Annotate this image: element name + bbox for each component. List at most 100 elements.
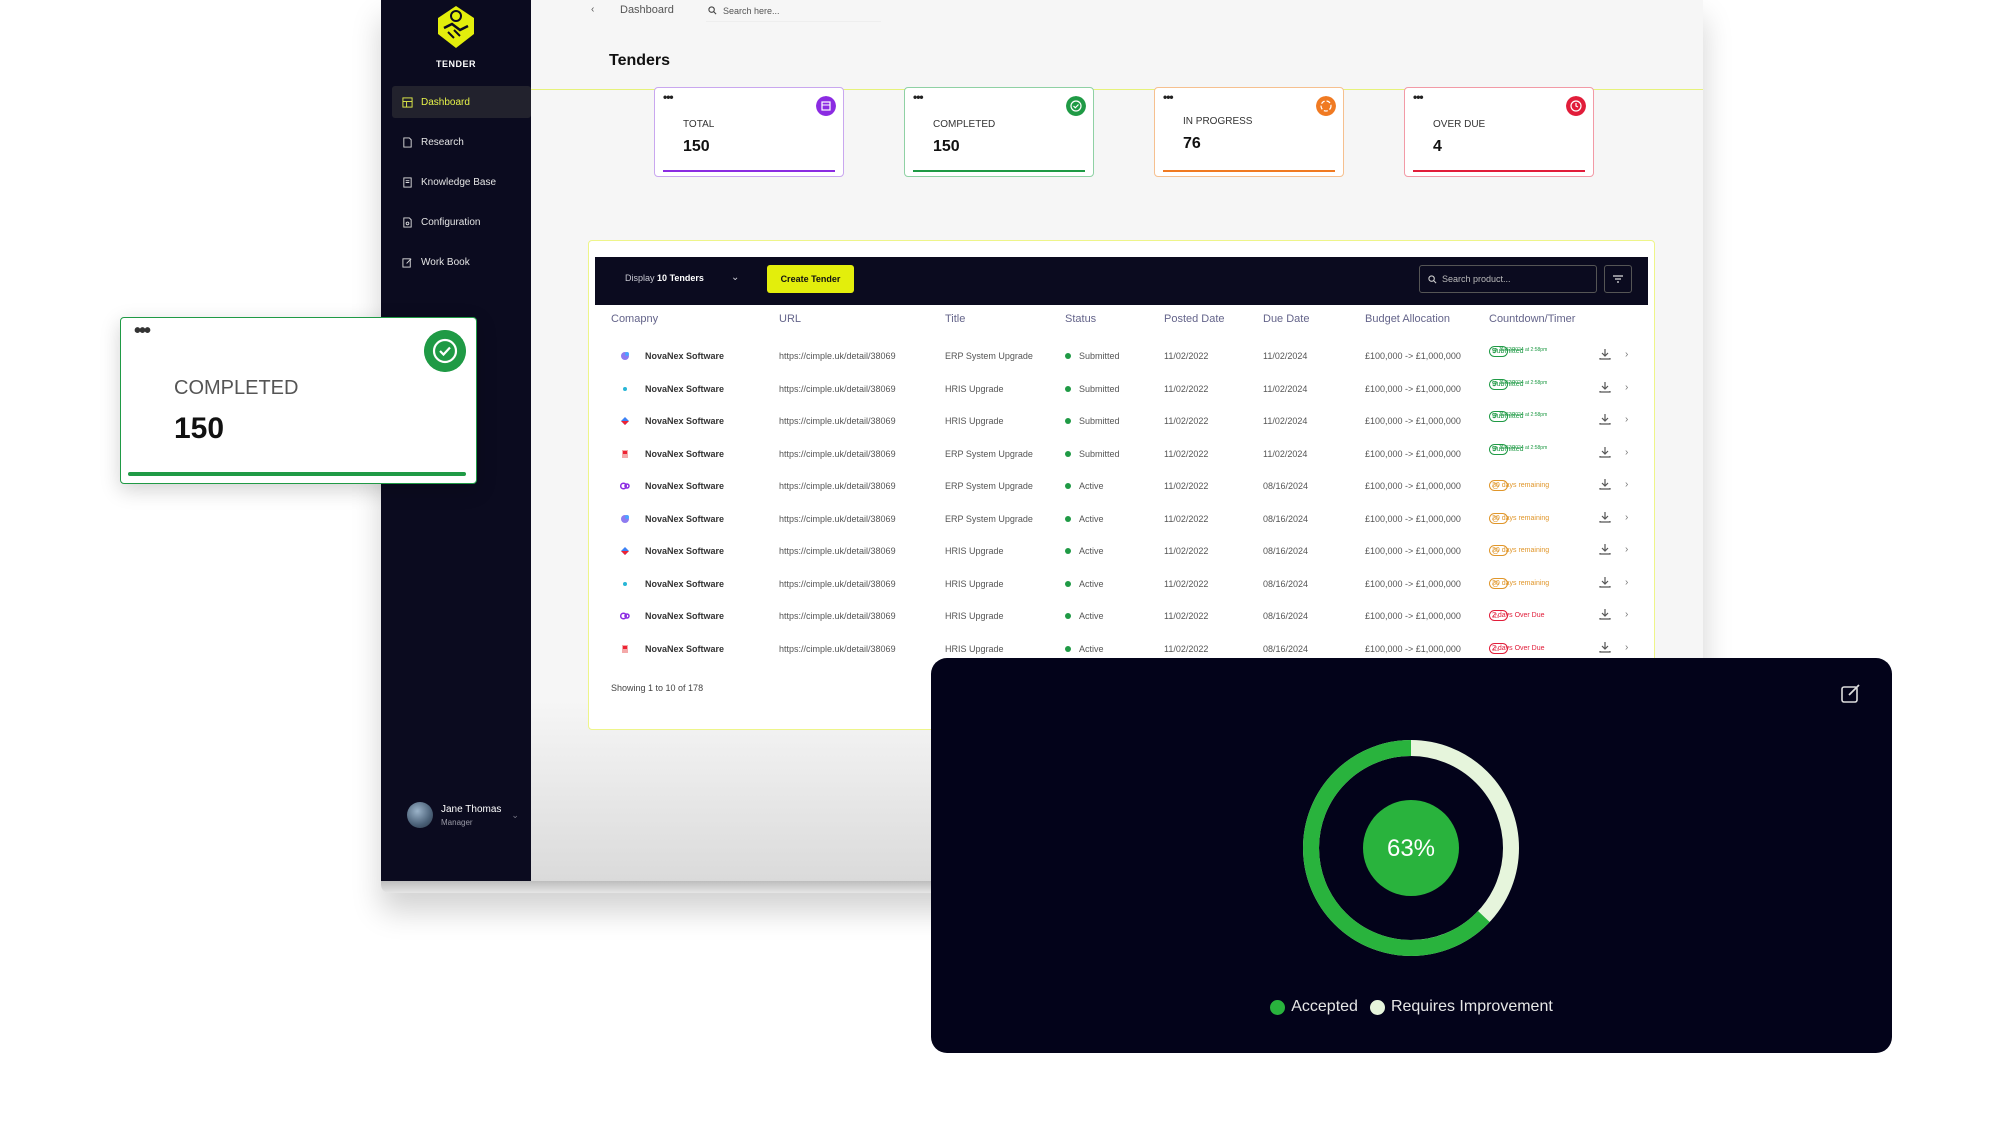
stat-card-over-due[interactable]: ••• OVER DUE 4 [1404,87,1594,177]
download-icon[interactable] [1599,641,1611,653]
cell-title: HRIS Upgrade [945,546,1004,556]
cell-url[interactable]: https://cimple.uk/detail/38069 [779,514,896,524]
display-count-select[interactable]: Display 10 Tenders [625,273,704,283]
cell-posted-date: 11/02/2022 [1164,643,1209,654]
user-profile[interactable]: Jane Thomas Manager ⌄ [407,802,519,828]
back-icon[interactable]: ‹ [591,4,594,15]
chevron-right-icon[interactable]: › [1625,609,1628,620]
status-label: Submitted [1079,351,1120,361]
cell-posted-date: 11/02/2022 [1164,383,1209,394]
sidebar-item-label: Dashboard [421,96,470,108]
company-logo-icon [621,352,629,360]
chevron-right-icon[interactable]: › [1625,544,1628,555]
download-icon[interactable] [1599,576,1611,588]
download-icon[interactable] [1599,608,1611,620]
donut-percent-label: 63% [1387,835,1435,862]
col-posted-date[interactable]: Posted Date [1164,313,1225,325]
stat-card-completed[interactable]: ••• COMPLETED 150 [904,87,1094,177]
handshake-logo-icon [438,6,474,48]
download-icon[interactable] [1599,478,1611,490]
stat-card-in-progress[interactable]: ••• IN PROGRESS 76 [1154,87,1344,177]
sidebar-item-configuration[interactable]: Configuration [392,206,531,238]
more-icon[interactable]: ••• [1413,90,1424,104]
company-logo-icon [621,514,629,523]
status-dot [1065,385,1071,392]
sidebar-item-label: Work Book [421,256,470,268]
cell-budget: £100,000 -> £1,000,000 [1365,578,1461,589]
cell-budget: £100,000 -> £1,000,000 [1365,513,1461,524]
cell-posted-date: 11/02/2022 [1164,611,1209,621]
chevron-down-icon[interactable]: ⌄ [511,810,519,821]
cell-url[interactable]: https://cimple.uk/detail/38069 [779,579,896,589]
chevron-right-icon[interactable]: › [1625,349,1628,360]
stat-value: 76 [1183,135,1201,152]
stat-card-total[interactable]: ••• TOTAL 150 [654,87,844,177]
table-row[interactable]: NovaNex Software https://cimple.uk/detail… [589,504,1654,536]
col-title[interactable]: Title [945,313,965,325]
chevron-right-icon[interactable]: › [1625,414,1628,425]
col-budget[interactable]: Budget Allocation [1365,313,1450,325]
cell-url[interactable]: https://cimple.uk/detail/38069 [779,481,896,491]
cell-url[interactable]: https://cimple.uk/detail/38069 [779,449,896,459]
col-status[interactable]: Status [1065,313,1096,325]
table-row[interactable]: NovaNex Software https://cimple.uk/detail… [589,439,1654,471]
cell-status: Active [1065,644,1104,654]
download-icon[interactable] [1599,348,1611,360]
chevron-right-icon[interactable]: › [1625,512,1628,523]
filter-button[interactable] [1604,265,1632,293]
download-icon[interactable] [1599,413,1611,425]
download-icon[interactable] [1599,543,1611,555]
download-icon[interactable] [1599,511,1611,523]
table-row[interactable]: NovaNex Software https://cimple.uk/detail… [589,536,1654,568]
col-company[interactable]: Comapny [611,313,658,325]
status-label: Submitted [1079,448,1120,459]
status-label: Active [1079,546,1104,556]
table-row[interactable]: NovaNex Software https://cimple.uk/detail… [589,569,1654,601]
chevron-right-icon[interactable]: › [1625,577,1628,588]
col-countdown[interactable]: Countdown/Timer [1489,313,1575,325]
chevron-down-icon[interactable]: ⌄ [731,272,739,283]
edit-icon[interactable] [1840,682,1862,704]
breadcrumb[interactable]: Dashboard [620,4,674,16]
more-icon[interactable]: ••• [1163,90,1174,104]
chevron-right-icon[interactable]: › [1625,382,1628,393]
create-tender-button[interactable]: Create Tender [767,265,854,293]
status-label: Active [1079,481,1104,491]
global-search[interactable]: Search here... [706,0,881,22]
check-circle-icon [424,330,466,372]
search-input[interactable]: Search product... [1442,274,1511,284]
cell-url[interactable]: https://cimple.uk/detail/38069 [779,546,896,556]
cell-url[interactable]: https://cimple.uk/detail/38069 [779,416,896,426]
sidebar-item-work-book[interactable]: Work Book [392,246,531,278]
cell-url[interactable]: https://cimple.uk/detail/38069 [779,351,896,361]
table-row[interactable]: NovaNex Software https://cimple.uk/detail… [589,341,1654,373]
cell-company: NovaNex Software [645,578,725,589]
col-due-date[interactable]: Due Date [1263,313,1309,325]
sidebar-item-label: Configuration [421,216,481,228]
cell-url[interactable]: https://cimple.uk/detail/38069 [779,644,896,654]
table-row[interactable]: NovaNex Software https://cimple.uk/detail… [589,406,1654,438]
col-url[interactable]: URL [779,313,801,325]
completed-card-enlarged[interactable]: ••• COMPLETED 150 [120,317,477,484]
download-icon[interactable] [1599,446,1611,458]
chevron-right-icon[interactable]: › [1625,447,1628,458]
more-icon[interactable]: ••• [913,90,924,104]
search-input[interactable]: Search here... [723,6,780,16]
product-search[interactable]: Search product... [1419,265,1597,293]
more-icon[interactable]: ••• [134,320,151,343]
submitted-timestamp: on 11/02/2024 at 2:58pm [1492,444,1548,451]
chevron-right-icon[interactable]: › [1625,479,1628,490]
download-icon[interactable] [1599,381,1611,393]
company-logo-icon [619,482,630,490]
table-row[interactable]: NovaNex Software https://cimple.uk/detail… [589,374,1654,406]
cell-url[interactable]: https://cimple.uk/detail/38069 [779,384,896,394]
sidebar-item-research[interactable]: Research [392,126,531,158]
more-icon[interactable]: ••• [663,90,674,104]
sidebar-item-dashboard[interactable]: Dashboard [392,86,531,118]
stat-label: IN PROGRESS [1183,116,1253,127]
chevron-right-icon[interactable]: › [1625,642,1628,653]
cell-url[interactable]: https://cimple.uk/detail/38069 [779,611,896,621]
table-row[interactable]: NovaNex Software https://cimple.uk/detail… [589,471,1654,503]
sidebar-item-knowledge-base[interactable]: Knowledge Base [392,166,531,198]
table-row[interactable]: NovaNex Software https://cimple.uk/detail… [589,601,1654,633]
